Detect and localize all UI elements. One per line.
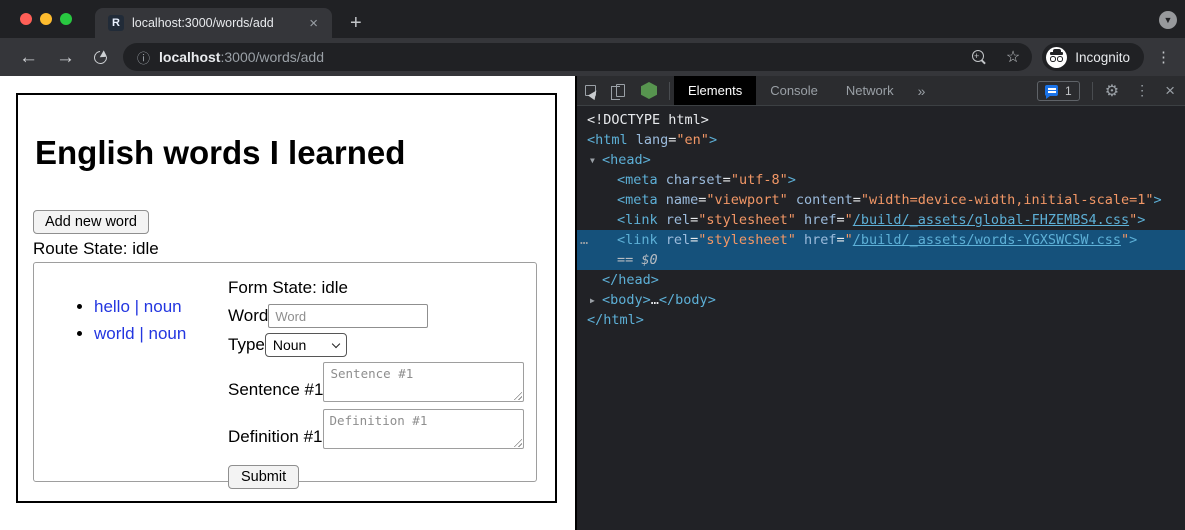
reload-icon <box>91 48 109 66</box>
resize-handle-icon[interactable] <box>513 391 522 400</box>
code-line[interactable]: …<link rel="stylesheet" href="/build/_as… <box>577 230 1185 250</box>
url-text: localhost:3000/words/add <box>159 49 324 65</box>
word-input[interactable] <box>268 304 428 328</box>
tab-elements[interactable]: Elements <box>674 76 756 105</box>
window-controls <box>20 13 72 25</box>
url-path: :3000/words/add <box>220 49 324 65</box>
incognito-icon <box>1046 47 1067 68</box>
devtools-menu-button[interactable]: ⋮ <box>1127 82 1157 99</box>
close-window-button[interactable] <box>20 13 32 25</box>
add-word-form: Form State: idle Word Type Noun Sentence <box>228 277 536 481</box>
url-host: localhost <box>159 49 220 65</box>
code-line[interactable]: </html> <box>577 310 1185 330</box>
sentence-textarea[interactable] <box>323 362 524 402</box>
route-state-text: Route State: idle <box>33 239 540 259</box>
node-devtools-button[interactable] <box>633 76 665 105</box>
address-bar[interactable]: ⓘ localhost:3000/words/add + ☆ <box>123 43 1032 71</box>
devtools-panel: Elements Console Network » 1 ⚙ ⋮ × <!DOC… <box>575 76 1185 530</box>
add-word-button[interactable]: Add new word <box>33 210 149 234</box>
code-line[interactable]: </head> <box>577 270 1185 290</box>
type-label: Type <box>228 335 265 355</box>
incognito-label: Incognito <box>1075 50 1130 65</box>
bookmark-star-icon[interactable]: ☆ <box>1006 47 1020 67</box>
type-select-value: Noun <box>273 337 306 353</box>
new-tab-button[interactable]: + <box>344 13 368 33</box>
settings-gear-icon[interactable]: ⚙ <box>1097 81 1127 101</box>
tab-console[interactable]: Console <box>756 76 832 105</box>
more-tabs-button[interactable]: » <box>908 83 936 99</box>
reload-button[interactable] <box>84 51 117 64</box>
issues-count: 1 <box>1065 84 1072 98</box>
issues-badge[interactable]: 1 <box>1037 81 1080 101</box>
words-list: hello | noun world | noun <box>50 293 228 481</box>
back-button[interactable]: ← <box>10 48 47 67</box>
devtools-code: <!DOCTYPE html><html lang="en">▼<head><m… <box>577 106 1185 530</box>
forward-button[interactable]: → <box>47 48 84 67</box>
chevron-down-icon <box>332 340 340 348</box>
code-line[interactable]: ▼<head> <box>577 150 1185 170</box>
device-toolbar-button[interactable] <box>604 76 633 105</box>
node-hexagon-icon <box>641 82 657 99</box>
code-line[interactable]: <!DOCTYPE html> <box>577 110 1185 130</box>
browser-toolbar: ← → ⓘ localhost:3000/words/add + ☆ Incog… <box>0 38 1185 76</box>
sentence-label: Sentence #1 <box>228 380 323 400</box>
tab-close-icon[interactable]: × <box>305 14 322 33</box>
definition-label: Definition #1 <box>228 427 323 447</box>
words-panel: hello | noun world | noun Form State: idl… <box>33 262 537 482</box>
submit-button[interactable]: Submit <box>228 465 299 489</box>
tab-title: localhost:3000/words/add <box>132 16 305 30</box>
collapse-arrow-icon[interactable]: ▶ <box>590 291 602 311</box>
browser-menu-button[interactable]: ⋮ <box>1144 48 1175 66</box>
definition-textarea[interactable] <box>323 409 524 449</box>
issues-bubble-icon <box>1045 85 1058 96</box>
web-page: English words I learned Add new word Rou… <box>0 76 575 530</box>
devtools-toolbar: Elements Console Network » 1 ⚙ ⋮ × <box>577 76 1185 106</box>
remix-logo-icon: R <box>108 15 124 31</box>
tab-network[interactable]: Network <box>832 76 908 105</box>
type-select[interactable]: Noun <box>265 333 347 357</box>
maximize-window-button[interactable] <box>60 13 72 25</box>
zoom-icon[interactable]: + <box>972 50 986 64</box>
word-link[interactable]: hello | noun <box>94 297 182 316</box>
route-container: English words I learned Add new word Rou… <box>16 93 557 503</box>
resize-handle-icon[interactable] <box>513 438 522 447</box>
device-icon <box>616 84 625 97</box>
word-list-item: hello | noun <box>94 293 228 320</box>
chevron-down-icon: ▼ <box>1164 15 1173 25</box>
word-link[interactable]: world | noun <box>94 324 186 343</box>
tab-search-button[interactable]: ▼ <box>1159 11 1177 29</box>
devtools-close-button[interactable]: × <box>1157 81 1185 101</box>
browser-tab[interactable]: R localhost:3000/words/add × <box>95 8 332 38</box>
page-title: English words I learned <box>35 133 540 173</box>
word-label: Word <box>228 306 268 326</box>
site-info-icon[interactable]: ⓘ <box>137 48 150 67</box>
form-state-text: Form State: idle <box>228 277 536 299</box>
code-line[interactable]: ▶<body>…</body> <box>577 290 1185 310</box>
inspect-element-button[interactable] <box>577 76 604 105</box>
browser-titlebar: R localhost:3000/words/add × + ▼ <box>0 0 1185 38</box>
line-overflow-icon: … <box>580 230 588 250</box>
code-line[interactable]: == $0 <box>577 250 1185 270</box>
code-line[interactable]: <link rel="stylesheet" href="/build/_ass… <box>577 210 1185 230</box>
code-line[interactable]: <meta name="viewport" content="width=dev… <box>577 190 1185 210</box>
inspect-cursor-icon <box>585 85 596 96</box>
minimize-window-button[interactable] <box>40 13 52 25</box>
expand-arrow-icon[interactable]: ▼ <box>590 151 602 171</box>
code-line[interactable]: <html lang="en"> <box>577 130 1185 150</box>
incognito-badge: Incognito <box>1042 43 1144 71</box>
word-list-item: world | noun <box>94 320 228 347</box>
code-line[interactable]: <meta charset="utf-8"> <box>577 170 1185 190</box>
